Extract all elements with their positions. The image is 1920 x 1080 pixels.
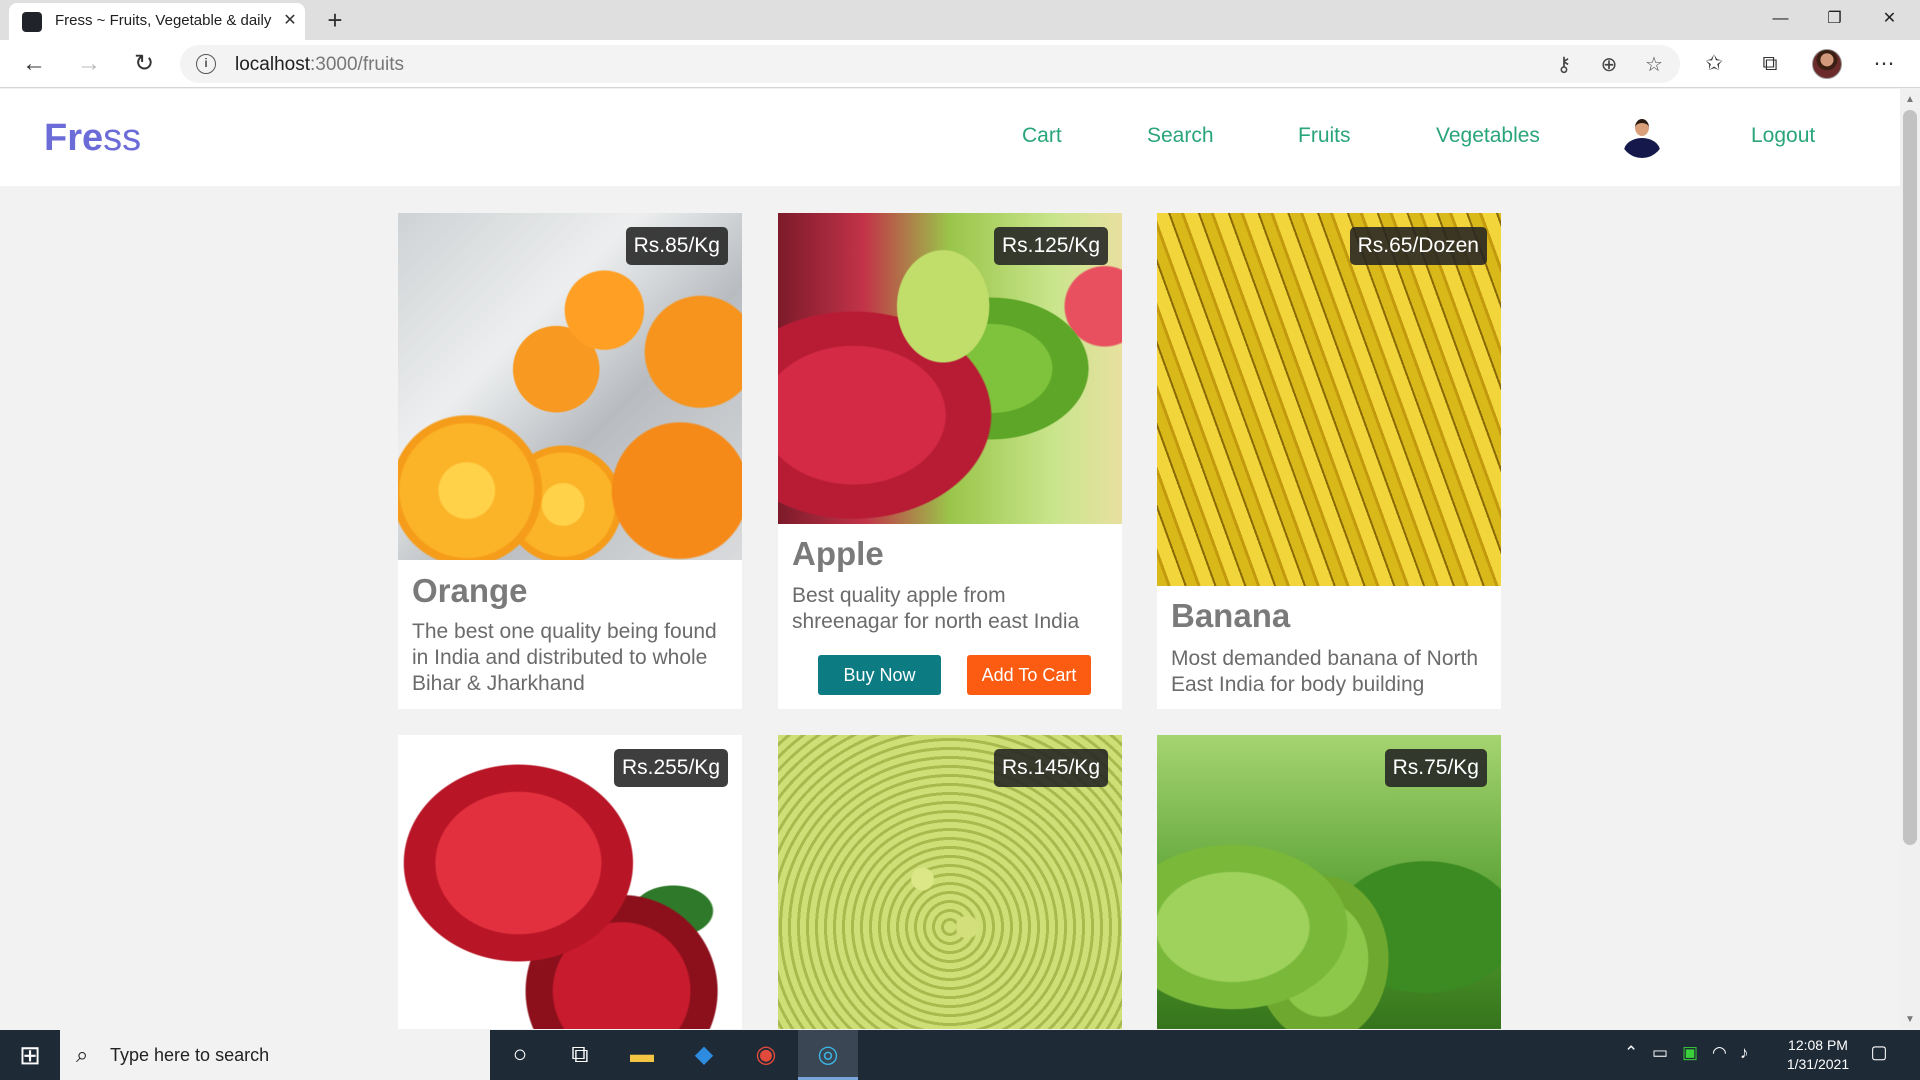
notification-center-icon[interactable]: ▢ [1866, 1042, 1892, 1066]
app-tray-icon[interactable]: ▣ [1682, 1043, 1698, 1063]
price-badge: Rs.75/Kg [1384, 749, 1487, 787]
search-icon: ⌕ [76, 1042, 89, 1067]
product-name: Orange [412, 572, 528, 609]
product-card-banana[interactable]: Rs.65/Dozen Banana Most demanded banana … [1157, 213, 1501, 709]
avatar-head [1635, 119, 1649, 136]
back-arrow-icon[interactable]: ← [16, 46, 52, 82]
file-explorer-icon[interactable]: ▬ [612, 1030, 672, 1080]
nav-vegetables-link[interactable]: Vegetables [1436, 124, 1540, 148]
battery-icon[interactable]: ▭ [1652, 1043, 1668, 1063]
add-favorite-star-icon[interactable]: ☆ [1640, 51, 1668, 79]
add-to-cart-button[interactable]: Add To Cart [967, 655, 1091, 695]
price-badge: Rs.125/Kg [993, 227, 1108, 265]
url-path: :3000/fruits [310, 54, 404, 75]
nav-logout-link[interactable]: Logout [1751, 124, 1815, 148]
buy-now-button[interactable]: Buy Now [818, 655, 941, 695]
site-info-icon[interactable]: i [196, 54, 216, 74]
site-logo[interactable]: Fress [44, 117, 141, 160]
favorites-icon[interactable]: ✩ [1698, 48, 1730, 80]
taskbar-search-box[interactable]: ⌕ Type here to search [60, 1030, 490, 1080]
wifi-icon[interactable]: ◠ [1712, 1043, 1727, 1063]
browser-tab-strip: Fress ~ Fruits, Vegetable & daily ✕ + — … [0, 0, 1920, 40]
product-card-guava[interactable]: Rs.75/Kg [1157, 735, 1501, 1029]
react-favicon-icon [22, 12, 42, 32]
nav-fruits-link[interactable]: Fruits [1298, 124, 1351, 148]
chrome-icon[interactable]: ◉ [736, 1030, 796, 1080]
logo-light-part: ss [103, 117, 142, 159]
show-hidden-icons-chevron-icon[interactable]: ⌃ [1624, 1043, 1638, 1063]
url-host: localhost [235, 54, 310, 75]
tab-title: Fress ~ Fruits, Vegetable & daily [55, 12, 272, 29]
forward-arrow-icon[interactable]: → [71, 46, 107, 82]
product-card-orange[interactable]: Rs.85/Kg Orange The best one quality bei… [398, 213, 742, 709]
taskbar-clock[interactable]: 12:08 PM 1/31/2021 [1768, 1036, 1868, 1074]
price-badge: Rs.145/Kg [993, 749, 1108, 787]
edge-icon[interactable]: ◎ [798, 1030, 858, 1080]
close-window-button[interactable]: ✕ [1862, 0, 1917, 38]
more-options-icon[interactable]: ⋯ [1868, 48, 1900, 80]
price-badge: Rs.65/Dozen [1349, 227, 1487, 265]
task-view-icon[interactable]: ⧉ [550, 1030, 610, 1080]
product-description: The best one quality being found in Indi… [412, 620, 717, 695]
orange-image [398, 213, 742, 560]
tab-close-icon[interactable]: ✕ [280, 10, 300, 32]
scroll-down-arrow-icon[interactable]: ▼ [1900, 1011, 1920, 1029]
windows-taskbar: ⊞ ⌕ Type here to search ○ ⧉ ▬ ◆ ◉ ◎ ⌃ ▭ … [0, 1030, 1920, 1080]
taskbar-search-placeholder: Type here to search [110, 1045, 270, 1065]
site-header: Fress Cart Search Fruits Vegetables Logo… [0, 89, 1900, 186]
logo-bold-part: Fre [44, 117, 104, 159]
scroll-up-arrow-icon[interactable]: ▲ [1900, 91, 1920, 109]
zoom-icon[interactable]: ⊕ [1595, 51, 1623, 79]
windows-start-icon[interactable]: ⊞ [0, 1030, 60, 1080]
product-card-apple[interactable]: Rs.125/Kg Apple Best quality apple from … [778, 213, 1122, 709]
page-viewport: Fress Cart Search Fruits Vegetables Logo… [0, 89, 1900, 1029]
restore-window-button[interactable]: ❐ [1807, 0, 1862, 38]
minimize-window-button[interactable]: — [1753, 0, 1808, 38]
product-description: Best quality apple from shreenagar for n… [792, 584, 1080, 633]
key-icon[interactable]: ⚷ [1550, 51, 1578, 79]
user-avatar[interactable] [1620, 114, 1664, 158]
product-name: Apple [792, 535, 884, 572]
avatar-body [1624, 138, 1660, 158]
browser-toolbar: ← → ↻ i localhost:3000/fruits ⚷ ⊕ ☆ ✩ ⧉ … [0, 40, 1920, 88]
clock-time: 12:08 PM [1788, 1037, 1848, 1053]
nav-search-link[interactable]: Search [1147, 124, 1214, 148]
clock-date: 1/31/2021 [1786, 1056, 1850, 1072]
reload-icon[interactable]: ↻ [126, 46, 162, 82]
scrollbar-thumb[interactable] [1903, 110, 1917, 845]
cortana-icon[interactable]: ○ [490, 1030, 550, 1080]
price-badge: Rs.85/Kg [625, 227, 728, 265]
vscode-icon[interactable]: ◆ [674, 1030, 734, 1080]
product-description: Most demanded banana of North East India… [1171, 647, 1479, 696]
new-tab-button[interactable]: + [320, 6, 350, 34]
product-card-pomegranate[interactable]: Rs.255/Kg [398, 735, 742, 1029]
address-bar[interactable]: i localhost:3000/fruits ⚷ ⊕ ☆ [180, 45, 1680, 83]
collections-icon[interactable]: ⧉ [1754, 48, 1786, 80]
product-name: Banana [1171, 597, 1291, 634]
url-text[interactable]: localhost:3000/fruits [235, 54, 404, 76]
banana-image [1157, 213, 1501, 586]
browser-tab-active[interactable]: Fress ~ Fruits, Vegetable & daily ✕ [9, 3, 305, 40]
browser-profile-avatar[interactable] [1812, 49, 1842, 79]
product-card-grapes[interactable]: Rs.145/Kg [778, 735, 1122, 1029]
nav-cart-link[interactable]: Cart [1022, 124, 1062, 148]
price-badge: Rs.255/Kg [613, 749, 728, 787]
volume-icon[interactable]: ♪ [1740, 1043, 1749, 1063]
